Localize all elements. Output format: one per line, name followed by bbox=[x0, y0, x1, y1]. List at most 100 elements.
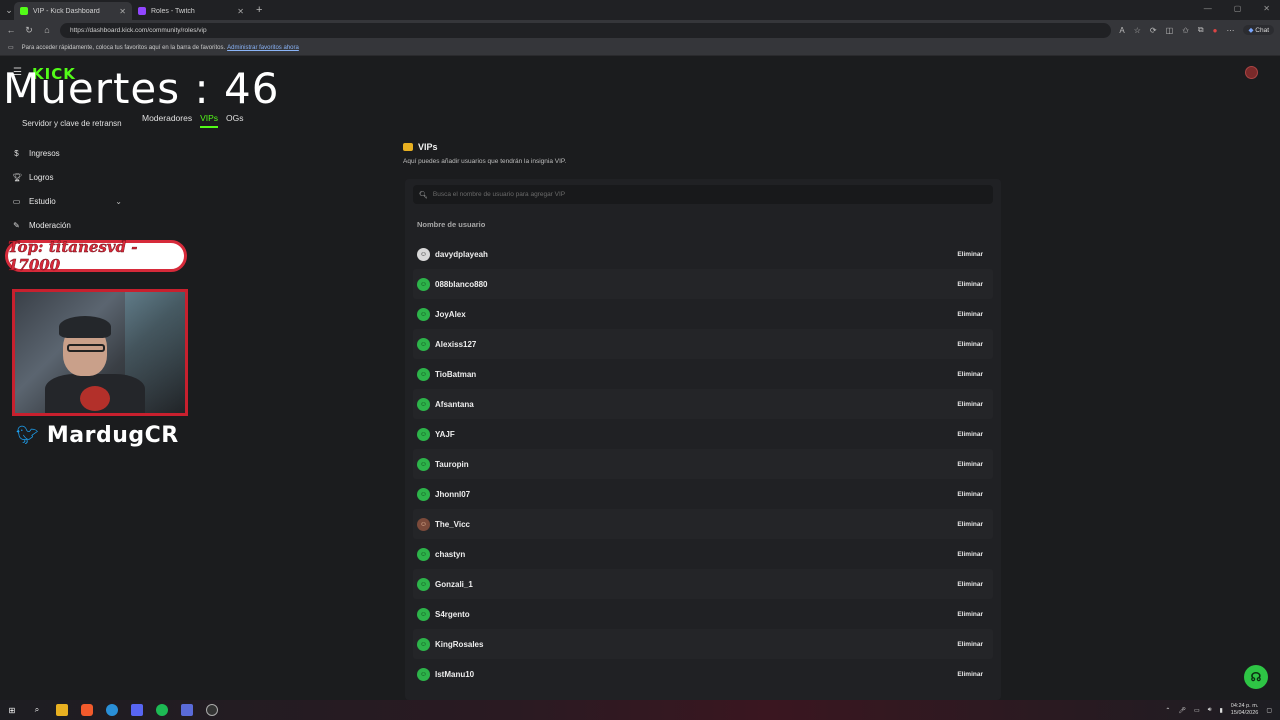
vip-user-row: ☺ JoyAlex Eliminar bbox=[413, 299, 993, 329]
close-tab-icon[interactable]: ✕ bbox=[237, 7, 244, 16]
maximize-icon[interactable]: ▢ bbox=[1234, 4, 1242, 13]
app-icon[interactable] bbox=[181, 704, 193, 716]
clock[interactable]: 04:24 p. m. 15/04/2026 bbox=[1231, 703, 1259, 717]
edge-icon[interactable] bbox=[106, 704, 118, 716]
kick-favicon-icon bbox=[20, 7, 28, 15]
refresh-page-icon[interactable]: ⟳ bbox=[1150, 26, 1157, 35]
twitter-icon: 🐦︎ bbox=[16, 425, 39, 445]
url-field[interactable]: https://dashboard.kick.com/community/rol… bbox=[60, 22, 1112, 38]
tab-moderators[interactable]: Moderadores bbox=[142, 113, 192, 128]
favorites-icon[interactable]: ✩ bbox=[1182, 26, 1189, 35]
remove-vip-button[interactable]: Eliminar bbox=[957, 401, 983, 408]
brave-icon[interactable] bbox=[81, 704, 93, 716]
username[interactable]: S4rgento bbox=[435, 610, 470, 619]
windows-taskbar: ⊞ ⌕ ⌃ 🎤︎ ▭ 🔊︎ ▮ 04:24 p. m. 15/04/2026 ▢ bbox=[0, 700, 1280, 720]
split-screen-icon[interactable]: ◫ bbox=[1166, 26, 1174, 35]
new-tab-button[interactable]: + bbox=[256, 4, 262, 16]
remove-vip-button[interactable]: Eliminar bbox=[957, 371, 983, 378]
spotify-icon[interactable] bbox=[156, 704, 168, 716]
battery-icon[interactable]: ▮ bbox=[1219, 707, 1222, 714]
search-input[interactable] bbox=[432, 191, 973, 198]
remove-vip-button[interactable]: Eliminar bbox=[957, 671, 983, 678]
remove-vip-button[interactable]: Eliminar bbox=[957, 431, 983, 438]
user-avatar-icon: ☺ bbox=[417, 307, 430, 321]
minimize-icon[interactable]: — bbox=[1204, 4, 1212, 13]
sidebar: $ Ingresos 🏆︎ Logros ▭ Estudio ⌄ ✎ Moder… bbox=[12, 141, 122, 237]
chevron-up-icon[interactable]: ⌃ bbox=[1165, 707, 1170, 714]
sidebar-item-estudio[interactable]: ▭ Estudio ⌄ bbox=[12, 189, 122, 213]
file-explorer-icon[interactable] bbox=[56, 704, 68, 716]
sidebar-item-logros[interactable]: 🏆︎ Logros bbox=[12, 165, 122, 189]
remove-vip-button[interactable]: Eliminar bbox=[957, 581, 983, 588]
username[interactable]: JoyAlex bbox=[435, 310, 466, 319]
username[interactable]: chastyn bbox=[435, 550, 465, 559]
sidebar-item-label: Logros bbox=[29, 172, 54, 182]
obs-icon[interactable] bbox=[206, 704, 218, 716]
search-icon[interactable]: ⌕ bbox=[31, 704, 43, 716]
tab-ogs[interactable]: OGs bbox=[226, 113, 243, 128]
username[interactable]: IstManu10 bbox=[435, 670, 474, 679]
username[interactable]: Gonzali_1 bbox=[435, 580, 473, 589]
system-tray: ⌃ 🎤︎ ▭ 🔊︎ ▮ 04:24 p. m. 15/04/2026 ▢ bbox=[1165, 703, 1272, 717]
reload-icon[interactable]: ↻ bbox=[24, 25, 34, 36]
volume-icon[interactable]: 🔊︎ bbox=[1208, 707, 1212, 714]
start-icon[interactable]: ⊞ bbox=[6, 704, 18, 716]
twitch-favicon-icon bbox=[138, 7, 146, 15]
user-avatar-icon: ☺ bbox=[417, 637, 430, 651]
favorite-star-icon[interactable]: ☆ bbox=[1134, 26, 1141, 35]
help-chat-button[interactable]: ☊ bbox=[1244, 665, 1268, 689]
network-icon[interactable]: ▭ bbox=[1194, 707, 1200, 714]
webcam-overlay bbox=[12, 289, 188, 416]
window-controls: — ▢ ✕ bbox=[1204, 4, 1270, 13]
chevron-down-icon[interactable]: ⌄ bbox=[115, 197, 122, 206]
notifications-icon[interactable]: ▢ bbox=[1266, 707, 1272, 714]
manage-favorites-link[interactable]: Administrar favoritos ahora bbox=[227, 45, 299, 51]
username[interactable]: davydplayeah bbox=[435, 250, 488, 259]
username[interactable]: KingRosales bbox=[435, 640, 483, 649]
username[interactable]: Afsantana bbox=[435, 400, 474, 409]
vip-list: ☺ davydplayeah Eliminar ☺ 088blanco880 Elimin… bbox=[413, 239, 993, 689]
close-window-icon[interactable]: ✕ bbox=[1263, 4, 1270, 13]
remove-vip-button[interactable]: Eliminar bbox=[957, 551, 983, 558]
tab-twitch-roles[interactable]: Roles - Twitch ✕ bbox=[132, 2, 250, 20]
remove-vip-button[interactable]: Eliminar bbox=[957, 641, 983, 648]
vip-user-row: ☺ Alexiss127 Eliminar bbox=[413, 329, 993, 359]
home-icon[interactable]: ⌂ bbox=[42, 25, 52, 35]
top-donor-overlay: Top: titanesvd - 17000 bbox=[5, 238, 187, 274]
remove-vip-button[interactable]: Eliminar bbox=[957, 461, 983, 468]
remove-vip-button[interactable]: Eliminar bbox=[957, 521, 983, 528]
remove-vip-button[interactable]: Eliminar bbox=[957, 281, 983, 288]
remove-vip-button[interactable]: Eliminar bbox=[957, 611, 983, 618]
more-menu-icon[interactable]: ⋯ bbox=[1226, 26, 1234, 35]
tab-vips[interactable]: VIPs bbox=[200, 113, 219, 128]
copilot-chat-button[interactable]: ◆ Chat bbox=[1243, 25, 1274, 35]
remove-vip-button[interactable]: Eliminar bbox=[957, 341, 983, 348]
back-icon[interactable]: ← bbox=[6, 25, 16, 35]
close-tab-icon[interactable]: ✕ bbox=[119, 7, 126, 16]
user-avatar-icon: ☺ bbox=[417, 247, 430, 261]
remove-vip-button[interactable]: Eliminar bbox=[957, 251, 983, 258]
streaming-app-icon[interactable] bbox=[131, 704, 143, 716]
collections-icon[interactable]: ⧉ bbox=[1198, 25, 1204, 35]
profile-icon[interactable]: ● bbox=[1213, 26, 1218, 35]
tab-list-icon[interactable]: ⌄ bbox=[4, 5, 14, 16]
username[interactable]: Alexiss127 bbox=[435, 340, 476, 349]
username[interactable]: YAJF bbox=[435, 430, 455, 439]
vip-user-row: ☺ TioBatman Eliminar bbox=[413, 359, 993, 389]
read-aloud-icon[interactable]: A bbox=[1119, 26, 1124, 35]
username[interactable]: 088blanco880 bbox=[435, 280, 487, 289]
microphone-icon[interactable]: 🎤︎ bbox=[1178, 707, 1186, 714]
stream-key-link[interactable]: Servidor y clave de retransn bbox=[22, 119, 122, 128]
deaths-counter-overlay: Muertes : 46 bbox=[3, 64, 280, 113]
user-avatar[interactable] bbox=[1245, 66, 1258, 79]
username[interactable]: Tauropin bbox=[435, 460, 469, 469]
sidebar-item-ingresos[interactable]: $ Ingresos bbox=[12, 141, 122, 165]
username[interactable]: TioBatman bbox=[435, 370, 476, 379]
sidebar-item-moderacion[interactable]: ✎ Moderación bbox=[12, 213, 122, 237]
remove-vip-button[interactable]: Eliminar bbox=[957, 311, 983, 318]
username[interactable]: Jhonnl07 bbox=[435, 490, 470, 499]
vip-user-row: ☺ 088blanco880 Eliminar bbox=[413, 269, 993, 299]
username[interactable]: The_Vicc bbox=[435, 520, 470, 529]
tab-kick-vip[interactable]: VIP - Kick Dashboard ✕ bbox=[14, 2, 132, 20]
remove-vip-button[interactable]: Eliminar bbox=[957, 491, 983, 498]
